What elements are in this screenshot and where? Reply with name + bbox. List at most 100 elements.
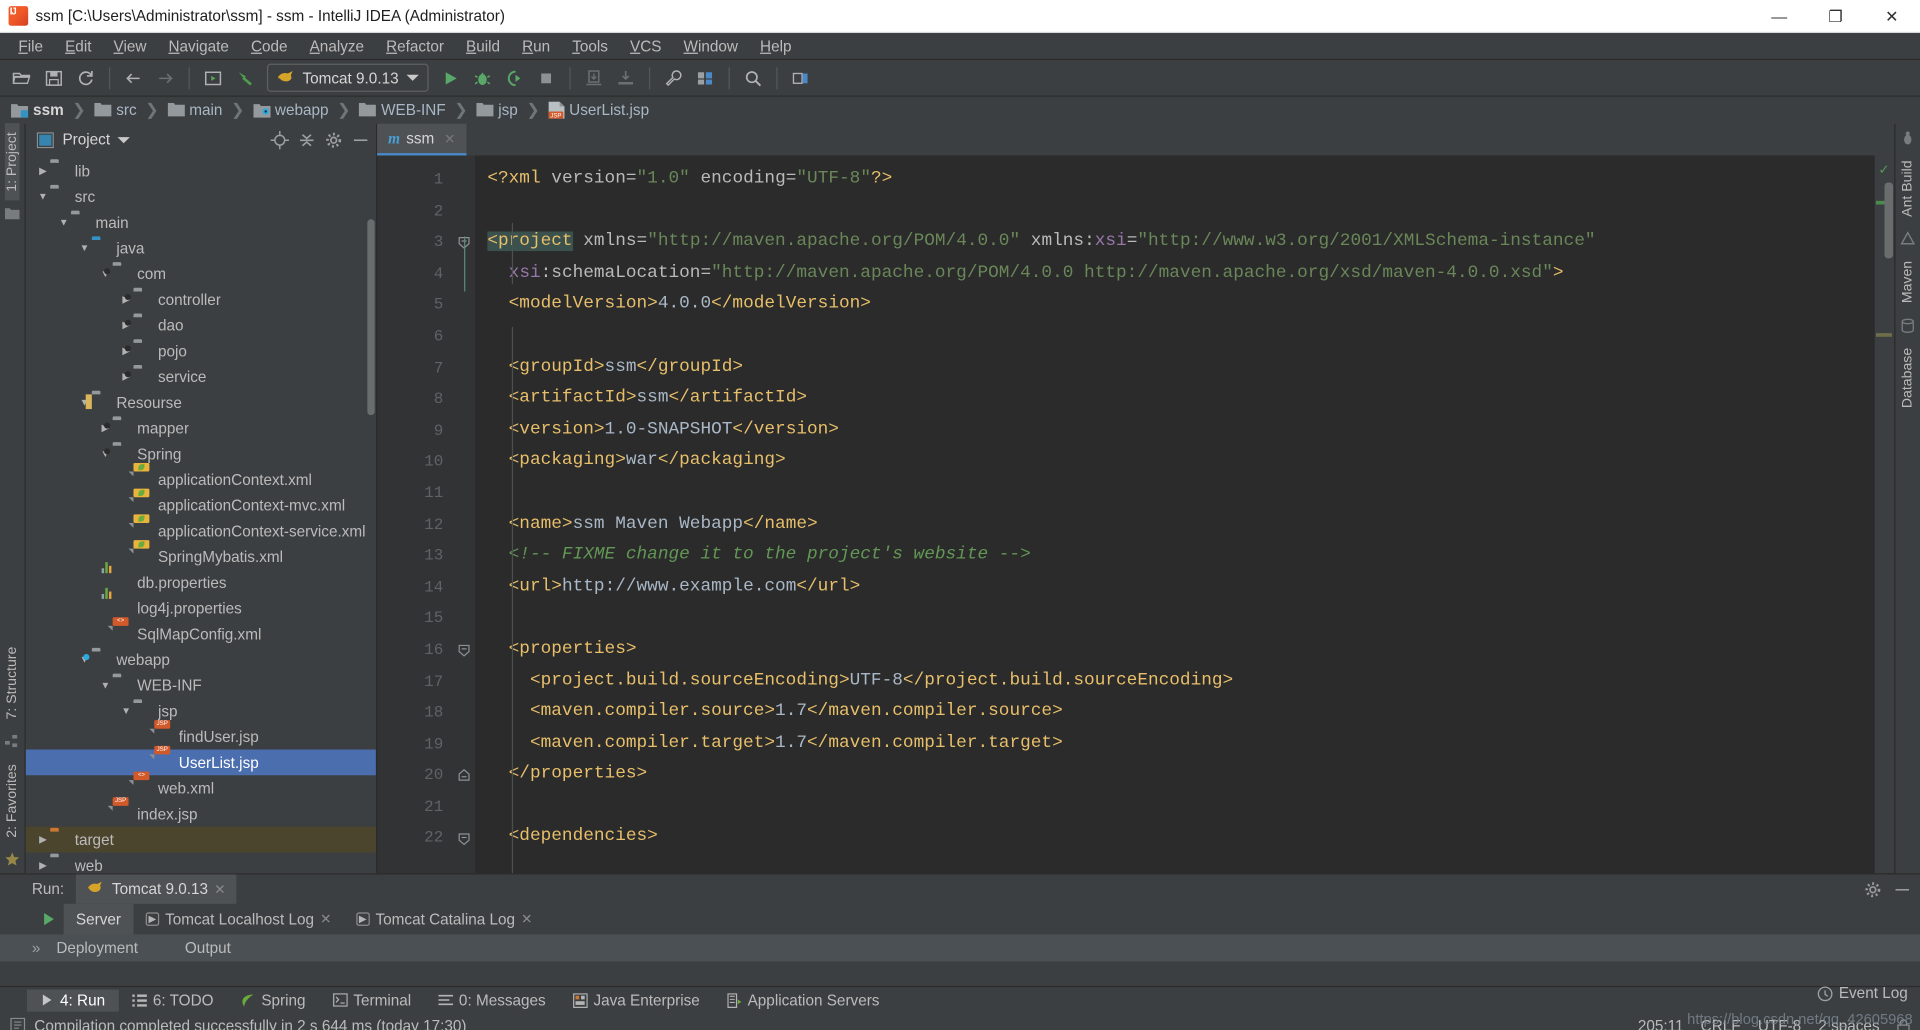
locate-icon[interactable] (269, 130, 289, 150)
sidebar-item-structure[interactable]: 7: Structure (5, 639, 20, 729)
code-line[interactable]: <?xml version="1.0" encoding="UTF-8"?> (487, 164, 1874, 195)
tree-item-webapp[interactable]: ▼webapp (26, 647, 376, 673)
close-icon[interactable]: ✕ (214, 881, 225, 897)
tree-item-com[interactable]: ▼com (26, 261, 376, 287)
tree-item-springmybatis-xml[interactable]: SpringMybatis.xml (26, 539, 376, 570)
chevron-right-icon[interactable]: ▶ (36, 858, 51, 873)
code-content[interactable]: <?xml version="1.0" encoding="UTF-8"?> <… (475, 155, 1875, 874)
menu-item-refactor[interactable]: Refactor (375, 35, 455, 57)
chevron-down-icon[interactable]: ▼ (36, 189, 51, 204)
chevron-down-icon[interactable]: ▼ (119, 704, 134, 719)
settings-gear-icon[interactable] (1861, 878, 1883, 900)
forward-arrow-icon[interactable] (151, 63, 180, 92)
breadcrumb-item-ssm[interactable]: ssm (11, 102, 64, 119)
open-folder-icon[interactable] (7, 63, 36, 92)
menu-item-vcs[interactable]: VCS (619, 35, 673, 57)
editor-markers-gutter[interactable]: ✓ (1874, 155, 1895, 874)
code-line[interactable]: <project.build.sourceEncoding>UTF-8</pro… (487, 666, 1874, 697)
tree-item-src[interactable]: ▼ src (26, 184, 376, 210)
sidebar-item-database[interactable]: Database (1900, 339, 1915, 416)
breadcrumb-item-userlist-jsp[interactable]: JSP UserList.jsp (548, 101, 649, 119)
sidebar-item-favorites[interactable]: 2: Favorites (5, 756, 20, 847)
tree-item-sqlmapconfig-xml[interactable]: <> SqlMapConfig.xml (26, 616, 376, 647)
hide-icon[interactable] (350, 130, 370, 150)
layout-icon[interactable] (786, 63, 815, 92)
fold-open-icon[interactable] (458, 832, 470, 845)
chevron-right-icon[interactable]: ▶ (36, 164, 51, 179)
tree-item-userlist-jsp[interactable]: JSP UserList.jsp (25, 745, 376, 776)
menu-item-analyze[interactable]: Analyze (299, 35, 376, 57)
tree-item-applicationcontext-service-xml[interactable]: applicationContext-service.xml (26, 513, 376, 544)
menu-item-file[interactable]: File (7, 35, 54, 57)
menu-item-navigate[interactable]: Navigate (157, 35, 239, 57)
run-subtab-tomcat-catalina-log[interactable]: ▶ Tomcat Catalina Log ✕ (344, 904, 545, 935)
event-log-button[interactable]: Event Log (1817, 985, 1908, 1002)
close-button[interactable]: ✕ (1864, 0, 1920, 32)
tree-item-web[interactable]: ▶ web (26, 852, 376, 874)
breadcrumb-item-jsp[interactable]: jsp (476, 102, 518, 119)
menu-item-run[interactable]: Run (511, 35, 561, 57)
editor-tab-ssm[interactable]: m ssm ✕ (377, 123, 467, 156)
tree-item-pojo[interactable]: ▶pojo (26, 338, 376, 364)
tool-window-button-application-servers[interactable]: Application Servers (713, 989, 893, 1011)
run-subtab-server[interactable]: Server (63, 903, 134, 935)
breadcrumb-item-src[interactable]: src (94, 102, 137, 119)
tool-window-button-java-enterprise[interactable]: Java Enterprise (559, 989, 713, 1011)
run-coverage-icon[interactable] (499, 63, 528, 92)
chevron-right-icon[interactable]: ▶ (36, 832, 51, 847)
chevron-down-icon[interactable]: ▼ (56, 215, 71, 230)
code-line[interactable]: <name>ssm Maven Webapp</name> (487, 509, 1874, 540)
code-line[interactable]: <version>1.0-SNAPSHOT</version> (487, 415, 1874, 446)
breadcrumb-item-webapp[interactable]: webapp (252, 102, 329, 119)
build-hammer-icon[interactable] (230, 63, 259, 92)
hide-icon[interactable] (1891, 878, 1913, 900)
caret-position[interactable]: 205:11 (1638, 1017, 1684, 1030)
run-subtab-tomcat-localhost-log[interactable]: ▶ Tomcat Localhost Log ✕ (133, 904, 343, 935)
run-icon[interactable] (435, 63, 464, 92)
code-line[interactable]: <maven.compiler.target>1.7</maven.compil… (487, 728, 1874, 759)
run-config-icon[interactable] (198, 63, 227, 92)
code-line[interactable]: <groupId>ssm</groupId> (487, 352, 1874, 383)
debug-icon[interactable] (467, 63, 496, 92)
breadcrumb-item-main[interactable]: main (167, 102, 222, 119)
tool-window-button-6-todo[interactable]: 6: TODO (119, 989, 227, 1011)
sync-icon[interactable] (71, 63, 100, 92)
tree-item-mapper[interactable]: ▶mapper (26, 415, 376, 441)
maximize-button[interactable]: ❐ (1807, 0, 1863, 32)
menu-item-window[interactable]: Window (673, 35, 750, 57)
back-arrow-icon[interactable] (119, 63, 148, 92)
menu-item-tools[interactable]: Tools (561, 35, 619, 57)
menu-item-build[interactable]: Build (455, 35, 511, 57)
code-line[interactable]: </properties> (487, 760, 1874, 791)
code-line[interactable] (487, 478, 1874, 509)
tree-item-target[interactable]: ▶ target (25, 826, 376, 853)
project-tree[interactable]: ▶lib▼src▼main▼java▼com▶controller▶dao▶po… (25, 155, 376, 874)
code-line[interactable] (487, 195, 1874, 226)
close-icon[interactable]: ✕ (521, 911, 532, 927)
code-line[interactable]: <modelVersion>4.0.0</modelVersion> (487, 289, 1874, 320)
menu-item-help[interactable]: Help (749, 35, 803, 57)
tree-item-dao[interactable]: ▶dao (26, 312, 376, 338)
code-line[interactable] (487, 321, 1874, 352)
code-line[interactable]: <!-- FIXME change it to the project's we… (487, 540, 1874, 571)
menu-item-view[interactable]: View (102, 35, 157, 57)
tree-item-lib[interactable]: ▶ lib (26, 158, 376, 184)
minimize-button[interactable]: — (1751, 0, 1807, 32)
chevron-down-icon[interactable] (117, 136, 130, 143)
close-icon[interactable]: ✕ (444, 130, 455, 147)
close-icon[interactable]: ✕ (320, 911, 331, 927)
tree-item-main[interactable]: ▼ main (26, 209, 376, 235)
save-icon[interactable] (39, 63, 68, 92)
editor-scrollbar[interactable] (1884, 182, 1894, 259)
code-line[interactable]: <url>http://www.example.com</url> (487, 572, 1874, 603)
code-line[interactable]: xsi:schemaLocation="http://maven.apache.… (487, 258, 1874, 289)
chevron-down-icon[interactable]: ▼ (77, 241, 92, 256)
code-line[interactable] (487, 791, 1874, 822)
tree-item-web-xml[interactable]: <> web.xml (26, 770, 376, 801)
menu-item-edit[interactable]: Edit (54, 35, 102, 57)
sidebar-item-maven[interactable]: Maven (1900, 252, 1915, 311)
tree-item-index-jsp[interactable]: JSP index.jsp (26, 796, 376, 827)
deploy-icon[interactable] (610, 63, 639, 92)
search-icon[interactable] (738, 63, 767, 92)
tree-item-controller[interactable]: ▶controller (26, 287, 376, 313)
